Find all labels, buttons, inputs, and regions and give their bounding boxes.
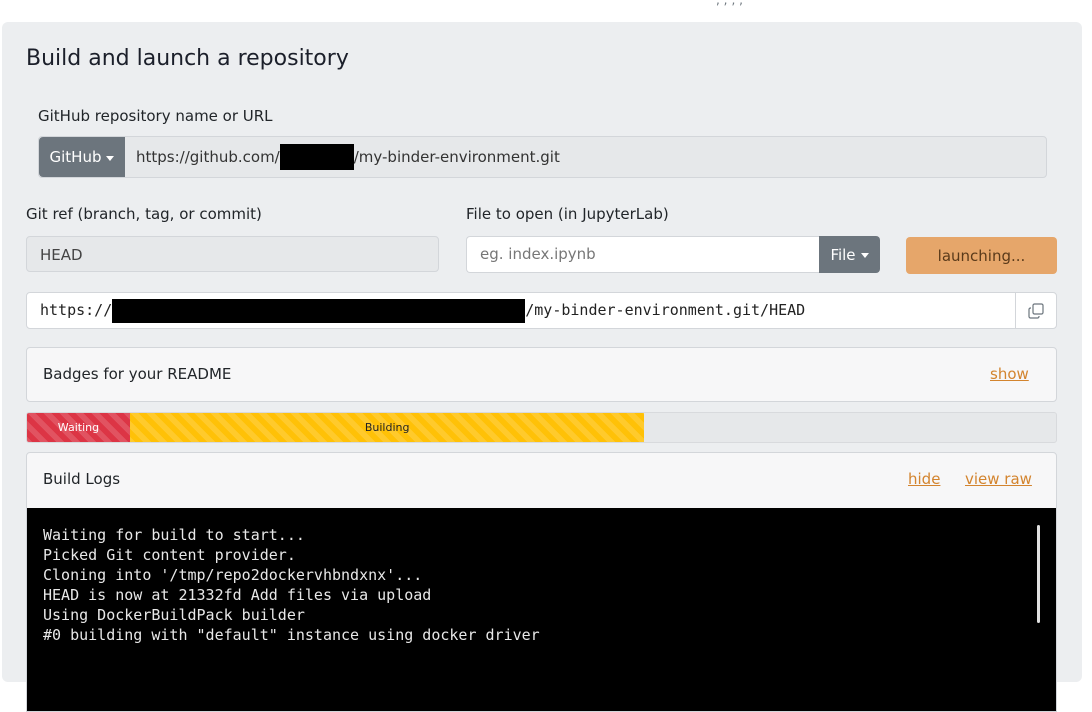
badges-card: Badges for your README show xyxy=(26,347,1057,402)
log-line: Picked Git content provider. xyxy=(43,546,296,564)
log-line: HEAD is now at 21332fd Add files via upl… xyxy=(43,586,432,604)
provider-label: GitHub xyxy=(49,148,102,166)
repo-input-group: GitHub https://github.com/ /my-binder-en… xyxy=(38,136,1047,178)
build-logs-title: Build Logs xyxy=(43,470,121,488)
provider-dropdown-button[interactable]: GitHub xyxy=(39,137,125,177)
badges-title: Badges for your README xyxy=(43,365,232,383)
copy-url-button[interactable] xyxy=(1015,293,1056,328)
share-url-prefix: https:// xyxy=(40,301,113,319)
repo-url-input[interactable]: https://github.com/ /my-binder-environme… xyxy=(136,137,560,177)
redaction-bar xyxy=(279,144,354,170)
top-text-fragment: , ; , , xyxy=(716,0,743,7)
launch-button[interactable]: launching... xyxy=(906,237,1057,274)
log-line: Waiting for build to start... xyxy=(43,526,305,544)
share-url-text[interactable]: https:// /my-binder-environment.git/HEAD xyxy=(40,293,805,328)
page-title: Build and launch a repository xyxy=(26,46,349,71)
build-progress-bar: Waiting Building xyxy=(26,412,1057,443)
caret-down-icon xyxy=(106,155,115,161)
repo-url-prefix: https://github.com/ xyxy=(136,148,280,166)
gitref-input[interactable]: HEAD xyxy=(26,236,439,272)
gitref-label: Git ref (branch, tag, or commit) xyxy=(26,205,262,223)
progress-segment-waiting: Waiting xyxy=(27,413,130,442)
build-logs-card: Build Logs hide view raw Waiting for bui… xyxy=(26,452,1057,712)
log-line: Using DockerBuildPack builder xyxy=(43,606,305,624)
logs-hide-link[interactable]: hide xyxy=(908,470,940,488)
repo-label: GitHub repository name or URL xyxy=(38,107,273,125)
badges-show-link[interactable]: show xyxy=(990,365,1029,383)
build-form-card: Build and launch a repository GitHub rep… xyxy=(2,22,1082,712)
logs-view-raw-link[interactable]: view raw xyxy=(965,470,1032,488)
repo-url-suffix: /my-binder-environment.git xyxy=(353,148,560,166)
redaction-bar xyxy=(112,298,526,323)
build-log-terminal[interactable]: Waiting for build to start... Picked Git… xyxy=(27,508,1056,711)
share-url-box: https:// /my-binder-environment.git/HEAD xyxy=(26,292,1057,329)
caret-down-icon xyxy=(860,253,869,258)
log-line: Cloning into '/tmp/repo2dockervhbndxnx'.… xyxy=(43,566,423,584)
file-button-label: File xyxy=(830,245,856,264)
file-type-dropdown-button[interactable]: File xyxy=(819,236,880,273)
copy-icon xyxy=(1028,302,1044,319)
file-label: File to open (in JupyterLab) xyxy=(466,205,669,223)
build-logs-header: Build Logs hide view raw xyxy=(27,453,1056,508)
file-to-open-input[interactable]: eg. index.ipynb xyxy=(466,236,820,273)
share-url-suffix: /my-binder-environment.git/HEAD xyxy=(525,301,806,319)
log-line: #0 building with "default" instance usin… xyxy=(43,626,540,644)
progress-segment-building: Building xyxy=(129,413,645,442)
terminal-scrollbar[interactable] xyxy=(1037,525,1040,623)
